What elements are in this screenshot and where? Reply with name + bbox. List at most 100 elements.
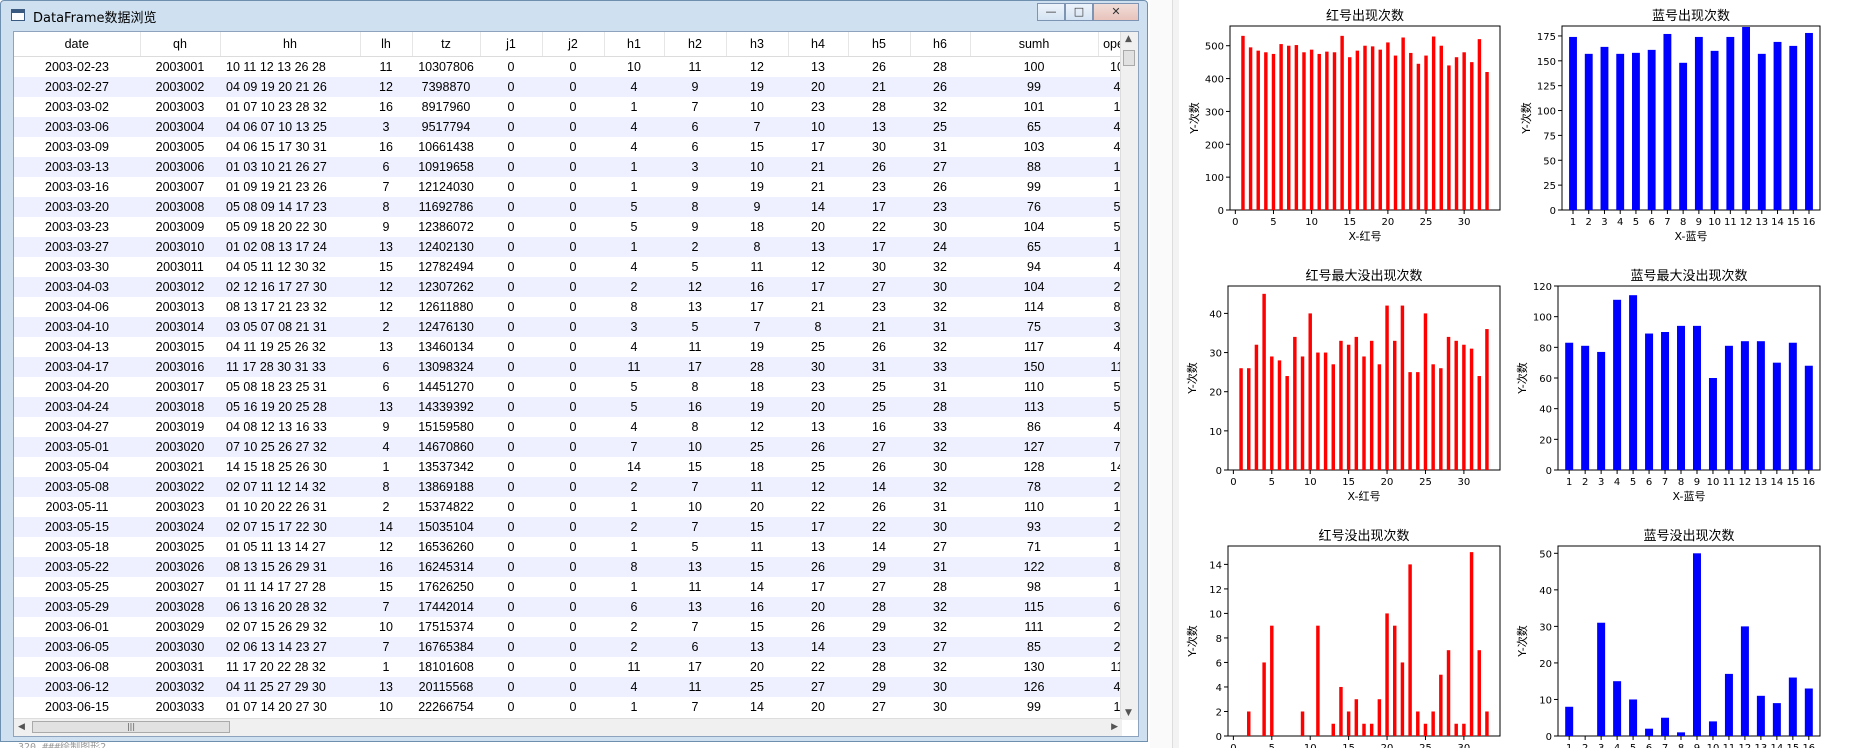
cell-lh: 12 — [360, 77, 412, 97]
table-row[interactable]: 2003-03-13 2003006 01 03 10 21 26 27 6 10919… — [14, 157, 1136, 177]
table-row[interactable]: 2003-04-13 2003015 04 11 19 25 26 32 13 1346… — [14, 337, 1136, 357]
cell-date: 2003-06-15 — [45, 700, 109, 714]
column-header-h6[interactable]: h6 — [910, 32, 971, 57]
table-row[interactable]: 2003-04-06 2003013 08 13 17 21 23 32 12 1261… — [14, 297, 1136, 317]
cell-j1: 0 — [480, 357, 542, 377]
bar — [1346, 711, 1351, 736]
table-row[interactable]: 2003-04-03 2003012 02 12 16 17 27 30 12 1230… — [14, 277, 1136, 297]
bar — [1565, 342, 1574, 470]
x-tick-label: 10 — [1305, 217, 1318, 228]
column-header-h5[interactable]: h5 — [848, 32, 911, 57]
column-header-h3[interactable]: h3 — [726, 32, 789, 57]
cell-tz: 11692786 — [412, 197, 480, 217]
x-tick-label: 3 — [1601, 217, 1607, 228]
table-row[interactable]: 2003-06-12 2003032 04 11 25 27 29 30 13 2011… — [14, 677, 1136, 697]
bar — [1362, 356, 1366, 470]
cell-h5: 30 — [872, 140, 886, 154]
table-row[interactable]: 2003-06-01 2003029 02 07 15 26 29 32 10 1751… — [14, 617, 1136, 637]
table-row[interactable]: 2003-05-01 2003020 07 10 25 26 27 32 4 14670… — [14, 437, 1136, 457]
table-row[interactable]: 2003-05-15 2003024 02 07 15 17 22 30 14 1503… — [14, 517, 1136, 537]
table-row[interactable]: 2003-04-24 2003018 05 16 19 20 25 28 13 1433… — [14, 397, 1136, 417]
table-row[interactable]: 2003-05-04 2003021 14 15 18 25 26 30 1 13537… — [14, 457, 1136, 477]
table-row[interactable]: 2003-03-23 2003009 05 09 18 20 22 30 9 12386… — [14, 217, 1136, 237]
table-row[interactable]: 2003-04-10 2003014 03 05 07 08 21 31 2 12476… — [14, 317, 1136, 337]
column-header-h4[interactable]: h4 — [788, 32, 849, 57]
column-header-lh[interactable]: lh — [360, 32, 413, 57]
table-row[interactable]: 2003-05-22 2003026 08 13 15 26 29 31 16 1624… — [14, 557, 1136, 577]
bar — [1710, 50, 1719, 210]
table-row[interactable]: 2003-02-27 2003002 04 09 19 20 21 26 12 7398… — [14, 77, 1136, 97]
column-header-j1[interactable]: j1 — [480, 32, 543, 57]
cell-date: 2003-03-27 — [14, 237, 140, 257]
cell-j2: 0 — [542, 197, 604, 217]
cell-hh: 01 07 10 23 28 32 — [226, 100, 327, 114]
x-tick-label: 12 — [1739, 743, 1752, 748]
cell-h5: 27 — [872, 580, 886, 594]
table-row[interactable]: 2003-05-08 2003022 02 07 11 12 14 32 8 13869… — [14, 477, 1136, 497]
table-row[interactable]: 2003-03-16 2003007 01 09 19 21 23 26 7 12124… — [14, 177, 1136, 197]
minimize-button[interactable]: — — [1037, 3, 1065, 21]
cell-j2: 0 — [542, 437, 604, 457]
bar — [1679, 62, 1688, 210]
cell-j2: 0 — [542, 397, 604, 417]
table-row[interactable]: 2003-03-06 2003004 04 06 07 10 13 25 3 95177… — [14, 117, 1136, 137]
table-row[interactable]: 2003-03-20 2003008 05 08 09 14 17 23 8 11692… — [14, 197, 1136, 217]
vertical-scrollbar[interactable]: ▲ ▼ — [1120, 32, 1138, 720]
close-button[interactable]: ✕ — [1093, 3, 1139, 21]
cell-j2: 0 — [569, 60, 577, 74]
table-row[interactable]: 2003-03-02 2003003 01 07 10 23 28 32 16 8917… — [14, 97, 1136, 117]
title-bar[interactable]: DataFrame数据浏览 — □ ✕ — [1, 1, 1147, 29]
table-row[interactable]: 2003-04-27 2003019 04 08 12 13 16 33 9 15159… — [14, 417, 1136, 437]
table-row[interactable]: 2003-05-29 2003028 06 13 16 20 28 32 7 17442… — [14, 597, 1136, 617]
cell-lh: 9 — [382, 420, 390, 434]
table-row[interactable]: 2003-05-18 2003025 01 05 11 13 14 27 12 1653… — [14, 537, 1136, 557]
x-tick-label: 7 — [1664, 217, 1670, 228]
column-header-h2[interactable]: h2 — [664, 32, 727, 57]
column-header-qh[interactable]: qh — [140, 32, 221, 57]
scroll-left-arrow-icon[interactable]: ◀ — [18, 722, 25, 732]
cell-h3: 20 — [750, 500, 764, 514]
column-header-tz[interactable]: tz — [412, 32, 481, 57]
table-row[interactable]: 2003-03-30 2003011 04 05 11 12 30 32 15 1278… — [14, 257, 1136, 277]
cell-h3: 19 — [750, 180, 764, 194]
bar — [1332, 52, 1337, 211]
table-row[interactable]: 2003-04-20 2003017 05 08 18 23 25 31 6 14451… — [14, 377, 1136, 397]
column-header-sumh[interactable]: sumh — [970, 32, 1099, 57]
y-axis-label: Y-次数 — [1515, 625, 1529, 657]
bar — [1756, 695, 1765, 736]
cell-lh: 15 — [379, 260, 393, 274]
scroll-up-arrow-icon[interactable]: ▲ — [1125, 34, 1132, 44]
table-row[interactable]: 2003-06-05 2003030 02 06 13 14 23 27 7 16765… — [14, 637, 1136, 657]
scroll-down-arrow-icon[interactable]: ▼ — [1125, 708, 1132, 718]
maximize-button[interactable]: □ — [1065, 3, 1093, 21]
column-header-j2[interactable]: j2 — [542, 32, 605, 57]
bar — [1300, 356, 1305, 470]
cell-j1: 0 — [507, 500, 515, 514]
cell-h6: 24 — [910, 237, 970, 257]
column-header-date[interactable]: date — [14, 32, 141, 57]
bar — [1339, 340, 1343, 470]
table-row[interactable]: 2003-03-09 2003005 04 06 15 17 30 31 16 1066… — [14, 137, 1136, 157]
bar — [1241, 35, 1245, 210]
scroll-right-arrow-icon[interactable]: ▶ — [1111, 722, 1118, 732]
horizontal-scroll-thumb[interactable]: ||| — [32, 721, 230, 733]
table-row[interactable]: 2003-06-08 2003031 11 17 20 22 28 32 1 18101… — [14, 657, 1136, 677]
cell-h2: 13 — [688, 300, 702, 314]
cell-h3: 16 — [726, 597, 788, 617]
horizontal-scrollbar[interactable]: ◀ ||| ▶ — [14, 718, 1122, 736]
table-row[interactable]: 2003-04-17 2003016 11 17 28 30 31 33 6 13098… — [14, 357, 1136, 377]
pane-divider[interactable] — [1172, 0, 1179, 748]
table-row[interactable]: 2003-02-23 2003001 10 11 12 13 26 28 11 1030… — [14, 57, 1136, 78]
column-header-h1[interactable]: h1 — [604, 32, 665, 57]
table-row[interactable]: 2003-05-25 2003027 01 11 14 17 27 28 15 1762… — [14, 577, 1136, 597]
column-header-hh[interactable]: hh — [220, 32, 361, 57]
table-view[interactable]: date qh hh lh tz j1 j2 h1 h2 h3 h4 h5 h6 sumh open 200… — [13, 31, 1139, 737]
cell-date: 2003-03-23 — [45, 220, 109, 234]
table-row[interactable]: 2003-05-11 2003023 01 10 20 22 26 31 2 15374… — [14, 497, 1136, 517]
table-row[interactable]: 2003-06-15 2003033 01 07 14 20 27 30 10 2226… — [14, 697, 1136, 717]
cell-h3: 18 — [750, 380, 764, 394]
cell-h6: 33 — [910, 357, 970, 377]
vertical-scroll-thumb[interactable] — [1123, 50, 1135, 66]
cell-qh: 2003029 — [155, 620, 205, 634]
table-row[interactable]: 2003-03-27 2003010 01 02 08 13 17 24 13 1240… — [14, 237, 1136, 257]
